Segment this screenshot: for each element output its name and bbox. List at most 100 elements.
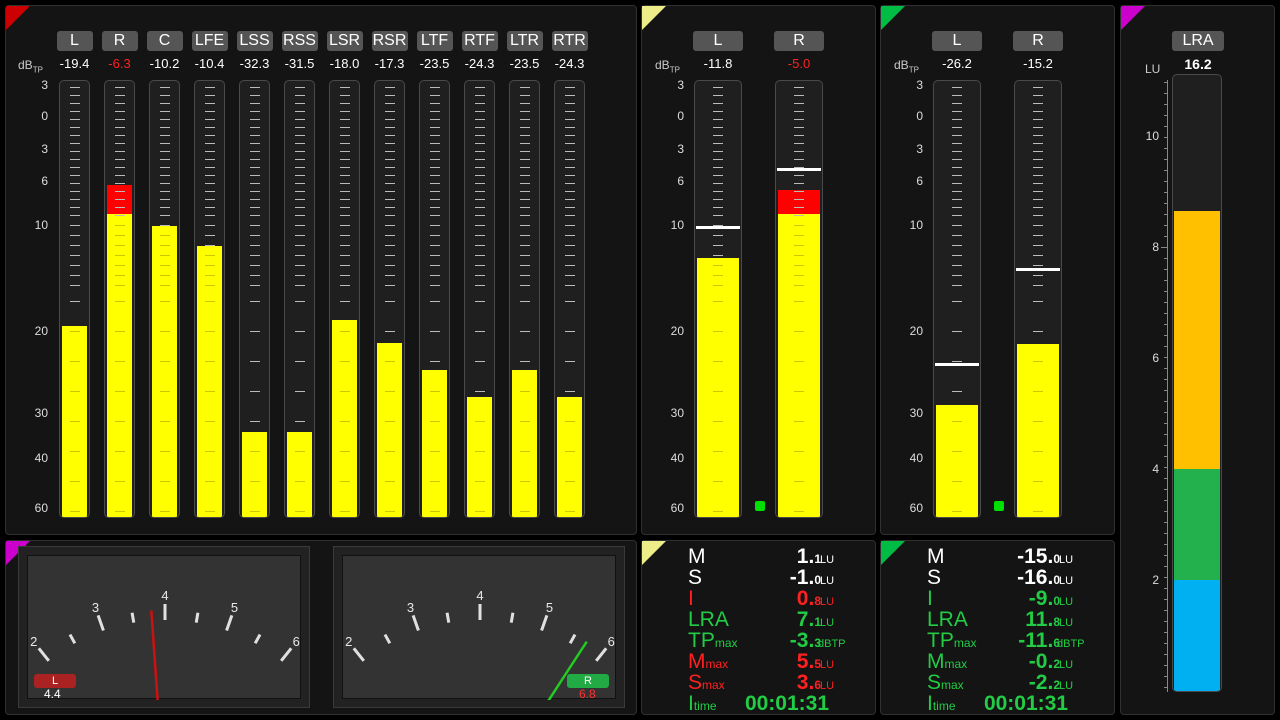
scale-tick [249, 135, 260, 136]
scale-tick [294, 511, 305, 512]
scale-tick [713, 245, 723, 246]
scale-tick [204, 143, 215, 144]
loudness-stats-panel-1: M 1.1 LU S -1.0 LU I 0.8 LU LRA 7.1 LU TPmax -3.3 dBTP… [641, 540, 876, 715]
scale-tick [114, 175, 125, 176]
stat-name-main: LRA [927, 608, 968, 631]
scale-tick [519, 167, 530, 168]
scale-tick [519, 119, 530, 120]
scale-tick [339, 191, 350, 192]
vu-channel-tag: L [34, 674, 76, 688]
scale-tick [794, 275, 804, 276]
scale-tick [794, 255, 804, 256]
level-meter [104, 80, 135, 518]
scale-tick [564, 275, 575, 276]
stat-row: Smax -2.2 LU [881, 671, 1114, 694]
scale-tick [69, 361, 80, 362]
scale-tick [69, 285, 80, 286]
scale-label: 20 [34, 324, 48, 338]
scale-tick [564, 151, 575, 152]
scale-tick [713, 167, 723, 168]
scale-tick [114, 159, 125, 160]
scale-tick [429, 255, 440, 256]
scale-tick [794, 391, 804, 392]
scale-tick [159, 191, 170, 192]
vu-meter-panel: 1234567 L 4.4 1234567 R 6.8 [5, 540, 637, 715]
stat-value-main: -3. [789, 629, 815, 652]
scale-tick [429, 111, 440, 112]
scale-tick [429, 361, 440, 362]
scale-tick [339, 175, 350, 176]
scale-tick [204, 183, 215, 184]
scale-tick [474, 135, 485, 136]
scale-tick [519, 391, 530, 392]
scale-tick [564, 183, 575, 184]
scale-tick [952, 207, 962, 208]
lu-scale-label: 6 [1152, 351, 1159, 365]
signal-led [994, 501, 1004, 511]
scale-tick [159, 127, 170, 128]
scale-tick [952, 285, 962, 286]
scale-tick [474, 95, 485, 96]
scale-tick [952, 127, 962, 128]
stat-name-sub: max [714, 636, 738, 650]
scale-tick [249, 451, 260, 452]
vu-scale-label: 4 [161, 588, 168, 603]
scale-tick [474, 87, 485, 88]
scale-tick [249, 183, 260, 184]
scale-tick [1033, 215, 1043, 216]
scale-tick [249, 361, 260, 362]
scale-tick [159, 245, 170, 246]
scale-label: 60 [670, 501, 684, 515]
stat-name-main: M [927, 545, 945, 568]
scale-tick [69, 215, 80, 216]
scale-tick [713, 127, 723, 128]
scale-tick [294, 87, 305, 88]
scale-tick [339, 225, 350, 226]
scale-tick [713, 285, 723, 286]
scale-tick [429, 135, 440, 136]
scale-tick [249, 143, 260, 144]
scale-tick [69, 119, 80, 120]
scale-tick [952, 481, 962, 482]
scale-tick [249, 199, 260, 200]
scale-tick [159, 215, 170, 216]
channel-label: LFE [191, 31, 228, 51]
scale-tick [69, 95, 80, 96]
stat-name-sub: max [705, 657, 729, 671]
scale-tick [713, 255, 723, 256]
scale-label: 40 [670, 451, 684, 465]
scale-tick [294, 95, 305, 96]
scale-tick [69, 481, 80, 482]
scale-tick [1033, 481, 1043, 482]
level-fill [197, 246, 222, 517]
scale-tick [69, 245, 80, 246]
scale-label: 0 [41, 109, 48, 123]
scale-tick [564, 301, 575, 302]
scale-tick [952, 119, 962, 120]
stat-name-sub: max [702, 678, 725, 692]
level-fill [287, 432, 312, 517]
stat-unit: LU [820, 575, 835, 587]
scale-tick [952, 135, 962, 136]
scale-label: 3 [677, 142, 684, 156]
stat-value-main: -15. [1017, 545, 1054, 568]
panel-corner-marker [642, 6, 666, 30]
vu-scale-label: 2 [345, 634, 352, 649]
scale-tick [114, 275, 125, 276]
scale-tick [519, 235, 530, 236]
scale-tick [204, 451, 215, 452]
scale-tick [339, 361, 350, 362]
scale-tick [474, 511, 485, 512]
level-fill [107, 213, 132, 517]
scale-tick [474, 111, 485, 112]
vu-scale-label: 3 [92, 600, 99, 615]
level-meter [59, 80, 90, 518]
scale-tick [564, 159, 575, 160]
scale-tick [713, 511, 723, 512]
scale-tick [519, 275, 530, 276]
scale-tick [204, 265, 215, 266]
lu-scale-label: 8 [1152, 240, 1159, 254]
stat-value-main: 7. [796, 608, 815, 631]
channel-label: RSS [281, 31, 318, 51]
vu-face: 1234567 L 4.4 [27, 555, 301, 701]
